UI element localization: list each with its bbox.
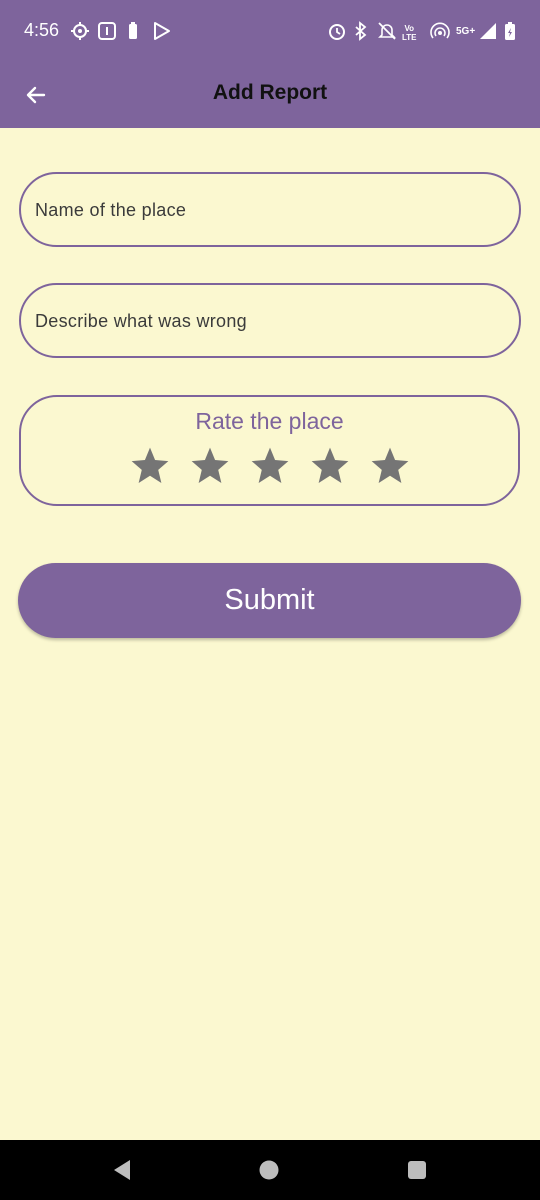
nav-home-button[interactable] (257, 1158, 281, 1182)
alarm-icon (327, 20, 347, 42)
star-3-icon[interactable] (249, 445, 291, 487)
back-triangle-icon (114, 1160, 130, 1180)
rating-stars (129, 445, 411, 487)
place-name-field[interactable]: Name of the place (19, 172, 521, 247)
description-placeholder: Describe what was wrong (35, 311, 247, 331)
status-time: 4:56 (24, 20, 60, 40)
settings-icon (70, 20, 90, 42)
status-bar: 4:56 Vo LTE 5G+ (0, 0, 540, 62)
star-4-icon[interactable] (309, 445, 351, 487)
star-5-icon[interactable] (369, 445, 411, 487)
volte-icon: Vo LTE (402, 24, 417, 42)
place-name-placeholder: Name of the place (35, 200, 187, 220)
star-1-icon[interactable] (129, 445, 171, 487)
submit-button[interactable]: Submit (18, 563, 521, 638)
description-field[interactable]: Describe what was wrong (19, 283, 521, 358)
star-2-icon[interactable] (189, 445, 231, 487)
rating-label: Rate the place (195, 408, 344, 434)
recents-square-icon (408, 1161, 426, 1179)
play-store-icon (152, 20, 172, 42)
signal-icon (478, 20, 498, 42)
bluetooth-icon (353, 20, 369, 42)
nav-back-button[interactable] (110, 1158, 134, 1182)
nav-recents-button[interactable] (405, 1158, 429, 1182)
battery-small-icon (127, 20, 139, 42)
battery-icon (504, 20, 516, 42)
network-type: 5G+ (456, 25, 476, 37)
page-title: Add Report (212, 81, 328, 104)
notification-icon (97, 20, 117, 42)
system-nav-bar (0, 1140, 540, 1200)
mute-icon (377, 20, 397, 42)
app-bar: Add Report (0, 62, 540, 128)
rating-box: Rate the place (19, 395, 520, 506)
home-circle-icon (259, 1160, 279, 1180)
hotspot-icon (430, 20, 450, 42)
